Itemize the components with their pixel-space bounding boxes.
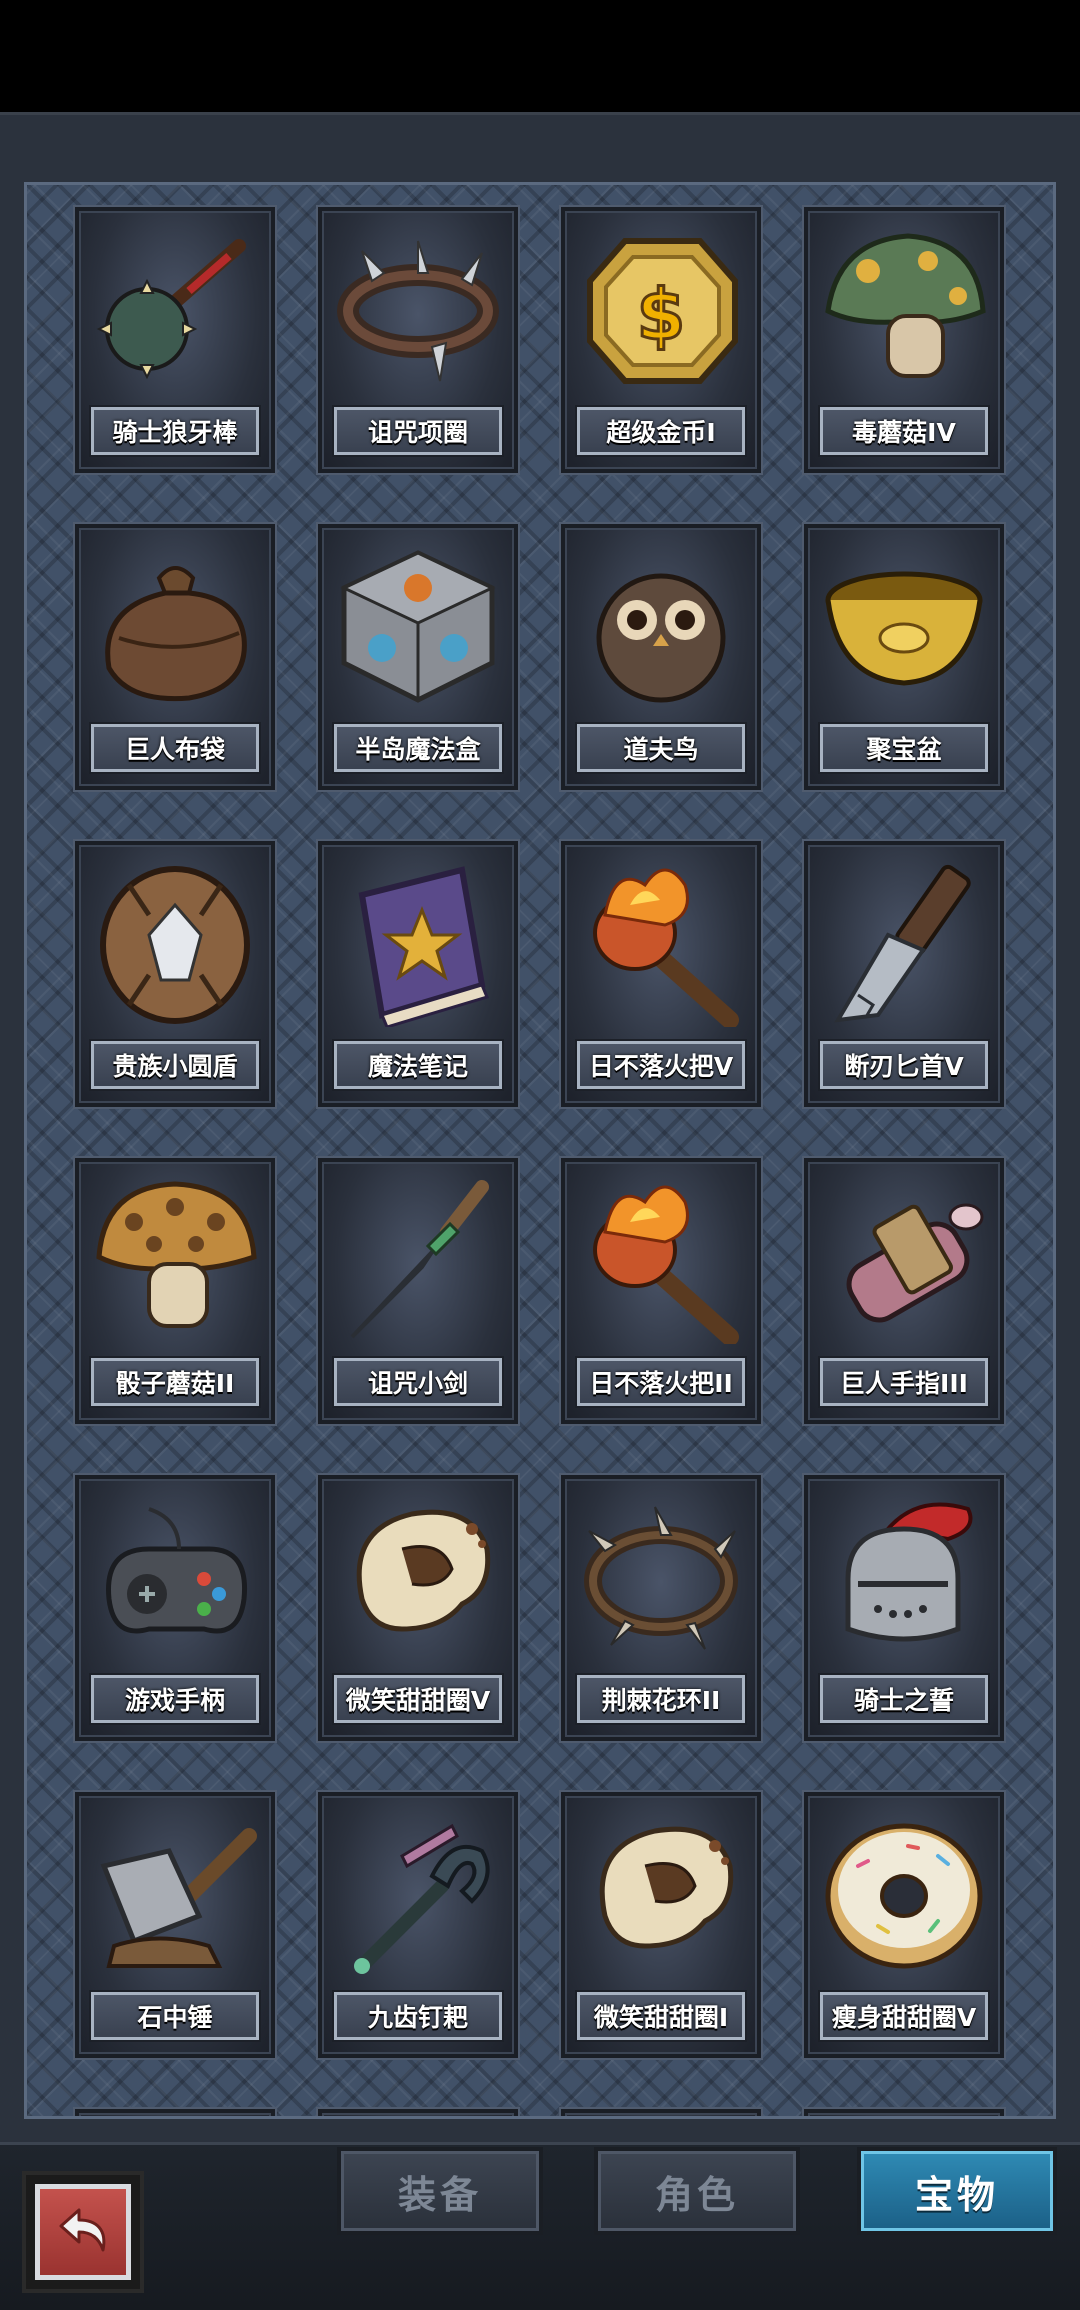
treasure-card[interactable]: 微笑甜甜圈I	[561, 1792, 761, 2058]
gold-coin-icon: $	[575, 221, 747, 393]
treasure-name: 道夫鸟	[577, 724, 745, 772]
treasure-name: 微笑甜甜圈V	[334, 1675, 502, 1723]
treasure-card[interactable]: $ 超级金币I	[561, 207, 761, 473]
broken-dagger-icon	[818, 855, 990, 1027]
treasure-name: 骑士之誓	[820, 1675, 988, 1723]
back-arrow-icon	[59, 2208, 106, 2252]
treasure-name: 断刃匕首V	[820, 1041, 988, 1089]
treasure-card[interactable]: 骰子蘑菇II	[75, 1158, 275, 1424]
dice-mushroom-icon	[89, 1172, 261, 1344]
treasure-card[interactable]: 毒蘑菇IV	[804, 207, 1004, 473]
back-button-face	[35, 2184, 131, 2280]
treasure-name: 诅咒项圈	[334, 407, 502, 455]
magic-cube-icon	[332, 538, 504, 710]
knight-helmet-icon	[818, 1489, 990, 1661]
treasure-name: 贵族小圆盾	[91, 1041, 259, 1089]
status-bar	[0, 0, 1080, 112]
owl-icon	[575, 538, 747, 710]
treasure-card-partial[interactable]	[804, 2109, 1004, 2116]
treasure-name: 巨人手指III	[820, 1358, 988, 1406]
treasure-card[interactable]: 半岛魔法盒	[318, 524, 518, 790]
treasure-name: 魔法笔记	[334, 1041, 502, 1089]
treasure-card[interactable]: 石中锤	[75, 1792, 275, 2058]
treasure-card[interactable]: 魔法笔记	[318, 841, 518, 1107]
treasure-card[interactable]: 贵族小圆盾	[75, 841, 275, 1107]
treasure-card[interactable]: 荆棘花环II	[561, 1475, 761, 1741]
treasure-card[interactable]: 日不落火把II	[561, 1158, 761, 1424]
torch-icon	[575, 855, 747, 1029]
treasure-card-partial[interactable]	[75, 2109, 275, 2116]
treasure-name: 骑士狼牙棒	[91, 407, 259, 455]
thorn-wreath-icon	[575, 1489, 747, 1661]
treasure-card-partial[interactable]	[561, 2109, 761, 2116]
treasure-name: 毒蘑菇IV	[820, 407, 988, 455]
smile-donut-icon	[575, 1806, 747, 1978]
treasure-card[interactable]: 道夫鸟	[561, 524, 761, 790]
treasure-name: 骰子蘑菇II	[91, 1358, 259, 1406]
treasure-card[interactable]: 瘦身甜甜圈V	[804, 1792, 1004, 2058]
treasure-card[interactable]: 断刃匕首V	[804, 841, 1004, 1107]
treasure-card-partial[interactable]	[318, 2109, 518, 2116]
giant-finger-icon	[818, 1172, 990, 1344]
treasure-name: 超级金币I	[577, 407, 745, 455]
smile-donut-icon	[332, 1489, 504, 1661]
treasure-card[interactable]: 聚宝盆	[804, 524, 1004, 790]
treasure-name: 石中锤	[91, 1992, 259, 2040]
treasure-card[interactable]: 诅咒小剑	[318, 1158, 518, 1424]
treasure-name: 日不落火把V	[577, 1041, 745, 1089]
treasure-card[interactable]: 九齿钉耙	[318, 1792, 518, 2058]
rake-icon	[332, 1806, 504, 1978]
sack-icon	[89, 538, 261, 710]
treasure-name: 瘦身甜甜圈V	[820, 1992, 988, 2040]
tab-treasures[interactable]: 宝物	[857, 2147, 1057, 2235]
treasure-card[interactable]: 骑士狼牙棒	[75, 207, 275, 473]
treasure-bowl-icon	[818, 538, 990, 710]
treasure-name: 九齿钉耙	[334, 1992, 502, 2040]
treasure-name: 游戏手柄	[91, 1675, 259, 1723]
main-panel: 骑士狼牙棒 诅咒项圈 $ 超级金币I 毒蘑菇IV 巨人布袋 半岛魔法盒 道夫鸟 聚宝盆贵族小圆盾…	[0, 112, 1080, 2142]
spiked-mace-icon	[89, 221, 261, 393]
poison-mushroom-icon	[818, 221, 990, 393]
treasure-card[interactable]: 日不落火把V	[561, 841, 761, 1107]
gamepad-icon	[89, 1489, 261, 1661]
spellbook-icon	[332, 855, 504, 1029]
sprinkle-donut-icon	[818, 1806, 990, 1978]
back-button[interactable]	[22, 2171, 144, 2293]
treasure-name: 微笑甜甜圈I	[577, 1992, 745, 2040]
tab-equipment[interactable]: 装备	[337, 2147, 543, 2235]
treasure-name: 巨人布袋	[91, 724, 259, 772]
spiked-collar-icon	[332, 221, 504, 393]
svg-text:$: $	[637, 274, 686, 356]
treasure-card[interactable]: 诅咒项圈	[318, 207, 518, 473]
treasure-name: 聚宝盆	[820, 724, 988, 772]
treasure-grid[interactable]: 骑士狼牙棒 诅咒项圈 $ 超级金币I 毒蘑菇IV 巨人布袋 半岛魔法盒 道夫鸟 聚宝盆贵族小圆盾…	[24, 182, 1056, 2119]
stone-hammer-icon	[89, 1806, 261, 1978]
tab-characters[interactable]: 角色	[594, 2147, 800, 2235]
round-shield-icon	[89, 855, 261, 1027]
treasure-name: 荆棘花环II	[577, 1675, 745, 1723]
treasure-card[interactable]: 骑士之誓	[804, 1475, 1004, 1741]
treasure-name: 日不落火把II	[577, 1358, 745, 1406]
treasure-name: 半岛魔法盒	[334, 724, 502, 772]
cursed-dagger-icon	[332, 1172, 504, 1344]
treasure-card[interactable]: 巨人手指III	[804, 1158, 1004, 1424]
treasure-card[interactable]: 巨人布袋	[75, 524, 275, 790]
torch-icon	[575, 1172, 747, 1346]
treasure-card[interactable]: 微笑甜甜圈V	[318, 1475, 518, 1741]
treasure-name: 诅咒小剑	[334, 1358, 502, 1406]
treasure-card[interactable]: 游戏手柄	[75, 1475, 275, 1741]
bottom-bar: 装备 角色 宝物	[0, 2142, 1080, 2310]
